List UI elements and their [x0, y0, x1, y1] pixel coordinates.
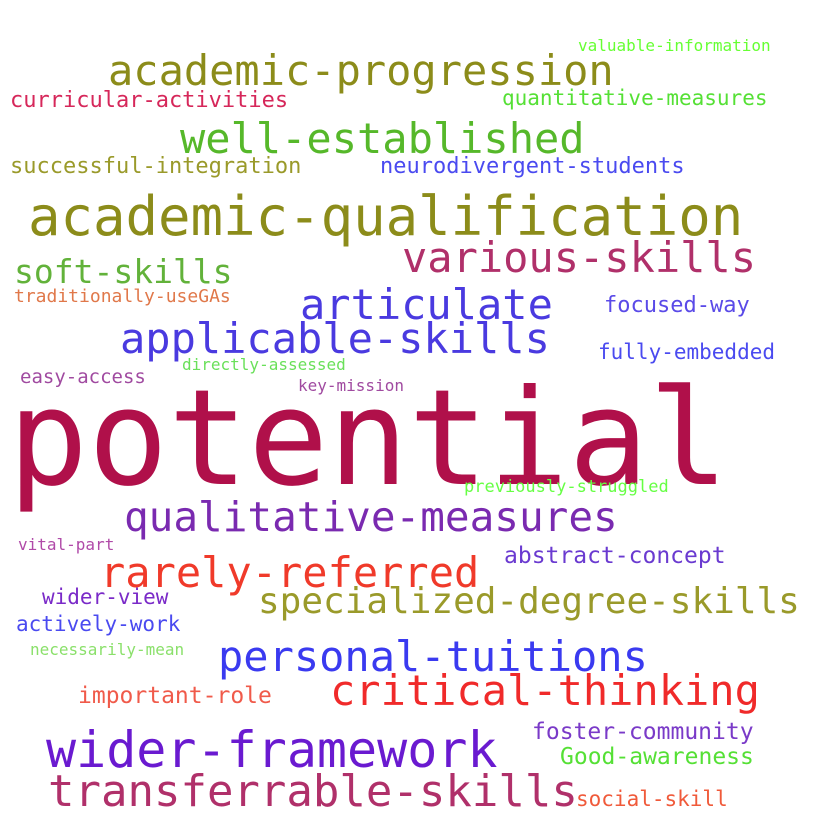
word-Good-awareness: Good-awareness [560, 744, 754, 770]
word-specialized-degree-skills: specialized-degree-skills [258, 581, 800, 622]
word-quantitative-measures: quantitative-measures [502, 86, 768, 110]
word-critical-thinking: critical-thinking [330, 666, 760, 715]
word-important-role: important-role [78, 683, 272, 709]
word-qualitative-measures: qualitative-measures [124, 493, 618, 541]
word-various-skills: various-skills [402, 233, 757, 282]
word-traditionally-useGAs: traditionally-useGAs [14, 286, 231, 307]
word-foster-community: foster-community [532, 719, 754, 745]
word-fully-embedded: fully-embedded [598, 340, 776, 364]
word-actively-work: actively-work [16, 612, 181, 636]
word-soft-skills: soft-skills [14, 252, 233, 291]
word-focused-way: focused-way [604, 293, 750, 318]
word-abstract-concept: abstract-concept [504, 543, 726, 569]
word-curricular-activities: curricular-activities [10, 88, 289, 113]
word-neurodivergent-students: neurodivergent-students [380, 154, 685, 179]
word-successful-integration: successful-integration [10, 154, 302, 179]
word-cloud: valuable-information academic-progressio… [0, 0, 820, 829]
word-necessarily-mean: necessarily-mean [30, 640, 185, 659]
word-applicable-skills: applicable-skills [120, 314, 550, 363]
word-transferrable-skills: transferrable-skills [48, 766, 578, 817]
word-social-skill: social-skill [576, 787, 728, 811]
word-wider-view: wider-view [42, 585, 169, 609]
